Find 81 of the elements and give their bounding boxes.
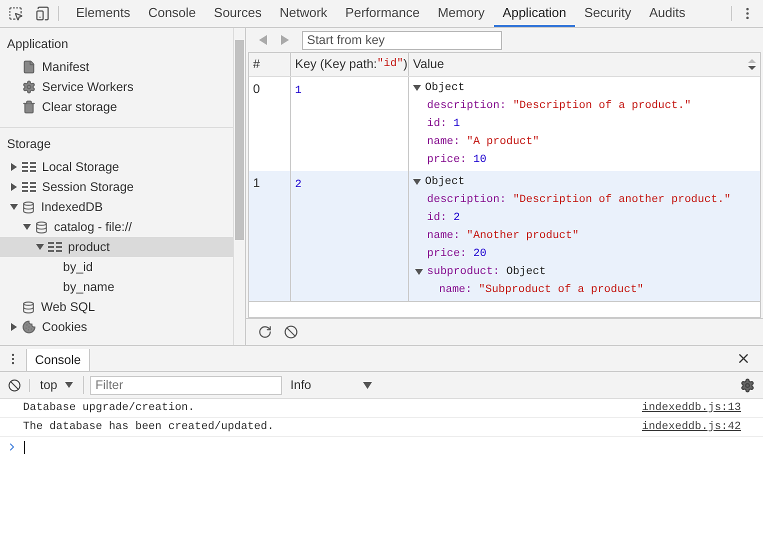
- expand-arrow-icon[interactable]: [10, 323, 18, 331]
- sidebar-item[interactable]: IndexedDB: [0, 197, 233, 217]
- filter-field[interactable]: Filter: [90, 376, 282, 394]
- panel-tab[interactable]: Console: [139, 0, 205, 27]
- dropdown-caret-icon: [363, 382, 372, 388]
- table-icon: [48, 241, 62, 253]
- clear-icon[interactable]: [284, 325, 298, 339]
- gear-icon: [22, 80, 36, 94]
- table-cell: 1: [295, 85, 302, 97]
- sidebar-item[interactable]: Clear storage: [0, 97, 233, 117]
- sidebar-item[interactable]: Service Workers: [0, 77, 233, 97]
- sidebar-item[interactable]: by_name: [0, 277, 233, 297]
- section-heading: Application: [6, 36, 70, 53]
- context-select[interactable]: top: [30, 376, 84, 394]
- expand-arrow-icon[interactable]: [413, 84, 421, 92]
- sidebar-item[interactable]: Manifest: [0, 57, 233, 77]
- panel-tab[interactable]: Network: [270, 0, 336, 27]
- table-cell: 2: [295, 179, 302, 191]
- object-label: Object: [425, 174, 465, 190]
- database-icon: [22, 200, 35, 214]
- expand-arrow-icon[interactable]: [10, 203, 18, 211]
- inspect-icon[interactable]: [8, 6, 23, 21]
- sidebar-item[interactable]: Local Storage: [0, 157, 233, 177]
- property-entry: subproduct: Object: [427, 264, 546, 280]
- sidebar-item[interactable]: by_id: [0, 257, 233, 277]
- start-key-field[interactable]: Start from key: [302, 30, 502, 50]
- expand-arrow-icon[interactable]: [10, 163, 18, 171]
- column-header[interactable]: #: [249, 53, 291, 76]
- database-icon: [35, 220, 48, 234]
- drawer-tab[interactable]: Console: [26, 349, 90, 371]
- scrollbar-thumb[interactable]: [235, 40, 244, 240]
- sidebar-item[interactable]: catalog - file://: [0, 217, 233, 237]
- column-header[interactable]: Key (Key path:"id"): [291, 53, 409, 76]
- database-icon: [22, 300, 35, 314]
- panel-tab[interactable]: Memory: [428, 0, 494, 27]
- expand-arrow-icon[interactable]: [10, 183, 18, 191]
- property-entry: description: "Description of a product.": [427, 98, 692, 114]
- property-entry: name: "A product": [427, 134, 540, 150]
- property-entry: name: "Subproduct of a product": [439, 282, 644, 298]
- expand-arrow-icon[interactable]: [36, 243, 44, 251]
- expand-arrow-icon[interactable]: [415, 268, 423, 276]
- panel-tab[interactable]: Security: [575, 0, 640, 27]
- table-icon: [22, 161, 36, 173]
- close-icon[interactable]: [736, 351, 751, 366]
- level-select[interactable]: Info: [290, 376, 372, 394]
- property-entry: price: 20: [427, 246, 486, 262]
- source-link[interactable]: indexeddb.js:42: [642, 418, 741, 436]
- expand-arrow-icon[interactable]: [23, 223, 31, 231]
- panel-tab[interactable]: Performance: [336, 0, 429, 27]
- property-entry: id: 2: [427, 210, 460, 226]
- table-cell: 0: [253, 82, 260, 96]
- console-message: The database has been created/updated.: [23, 420, 275, 435]
- sidebar-item[interactable]: product: [0, 237, 233, 257]
- sidebar-item[interactable]: Session Storage: [0, 177, 233, 197]
- cookie-icon: [22, 320, 36, 334]
- panel-tab[interactable]: Audits: [640, 0, 694, 27]
- panel-tab[interactable]: Sources: [204, 0, 271, 27]
- sidebar-item[interactable]: Web SQL: [0, 297, 233, 317]
- dropdown-caret-icon: [65, 382, 74, 388]
- expand-arrow-icon[interactable]: [413, 178, 421, 186]
- column-header[interactable]: Value: [409, 53, 748, 76]
- section-heading: Storage: [6, 136, 52, 153]
- property-entry: id: 1: [427, 116, 460, 132]
- table-cell: 1: [253, 176, 260, 190]
- console-message: Database upgrade/creation.: [23, 400, 196, 416]
- sidebar-item[interactable]: Cookies: [0, 317, 233, 337]
- file-icon: [22, 60, 36, 74]
- property-entry: price: 10: [427, 152, 486, 168]
- source-link[interactable]: indexeddb.js:13: [642, 400, 741, 416]
- refresh-icon[interactable]: [258, 325, 272, 339]
- object-label: Object: [425, 80, 465, 96]
- trash-icon: [22, 100, 36, 114]
- panel-tab[interactable]: Elements: [67, 0, 140, 27]
- data-row[interactable]: 1 2 Object description: "Description of another product." id: 2 name: "Another product" price: 20 subproduct: Object name: "Subproduct of a product": [249, 171, 760, 301]
- sort-icon: [748, 58, 756, 70]
- device-icon[interactable]: [35, 6, 50, 21]
- table-icon: [22, 181, 36, 193]
- property-entry: description: "Description of another product.": [427, 192, 731, 208]
- settings-icon[interactable]: [740, 378, 755, 392]
- property-entry: name: "Another product": [427, 228, 579, 244]
- clear-console-icon[interactable]: [8, 378, 21, 392]
